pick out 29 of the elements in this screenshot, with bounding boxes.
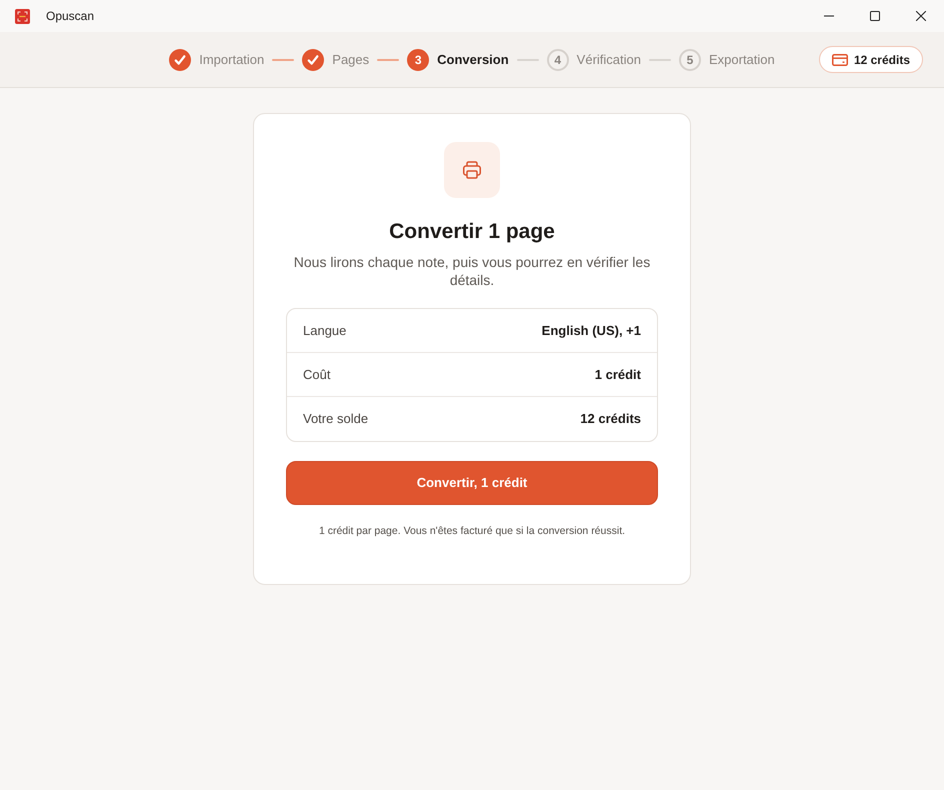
step-label[interactable]: Importation xyxy=(199,50,264,70)
detail-value: 12 crédits xyxy=(580,410,641,428)
billing-note: 1 crédit par page. Vous n'êtes facturé que si la conversion réussit. xyxy=(318,524,626,539)
step-connector xyxy=(377,58,400,60)
close-icon xyxy=(916,11,926,21)
card-title: Convertir 1 page xyxy=(389,219,555,245)
detail-label: Coût xyxy=(303,366,330,384)
credits-badge[interactable]: 12 crédits xyxy=(818,46,923,73)
step-label[interactable]: Pages xyxy=(332,50,370,70)
step-number: 3 xyxy=(407,48,430,70)
step-label[interactable]: Conversion xyxy=(437,50,509,70)
card-description: Nous lirons chaque note, puis vous pourrez en vérifier les détails. xyxy=(292,253,652,289)
step-label[interactable]: Vérification xyxy=(576,50,641,70)
step-number: 4 xyxy=(546,48,569,70)
step-number: 5 xyxy=(678,48,701,70)
convert-button[interactable]: Convertir, 1 crédit xyxy=(286,461,658,505)
app-logo-icon xyxy=(15,8,30,24)
printer-icon xyxy=(444,142,500,198)
maximize-icon xyxy=(870,11,880,21)
close-button[interactable] xyxy=(913,8,929,24)
credit-card-icon xyxy=(832,54,848,66)
detail-value: 1 crédit xyxy=(594,366,641,384)
maximize-button[interactable] xyxy=(867,8,883,24)
detail-value: English (US), +1 xyxy=(542,322,641,340)
window-title: Opuscan xyxy=(46,8,94,25)
detail-label: Langue xyxy=(303,322,346,340)
step-connector xyxy=(272,58,294,60)
detail-label: Votre solde xyxy=(303,410,368,428)
step-label[interactable]: Exportation xyxy=(708,50,775,70)
